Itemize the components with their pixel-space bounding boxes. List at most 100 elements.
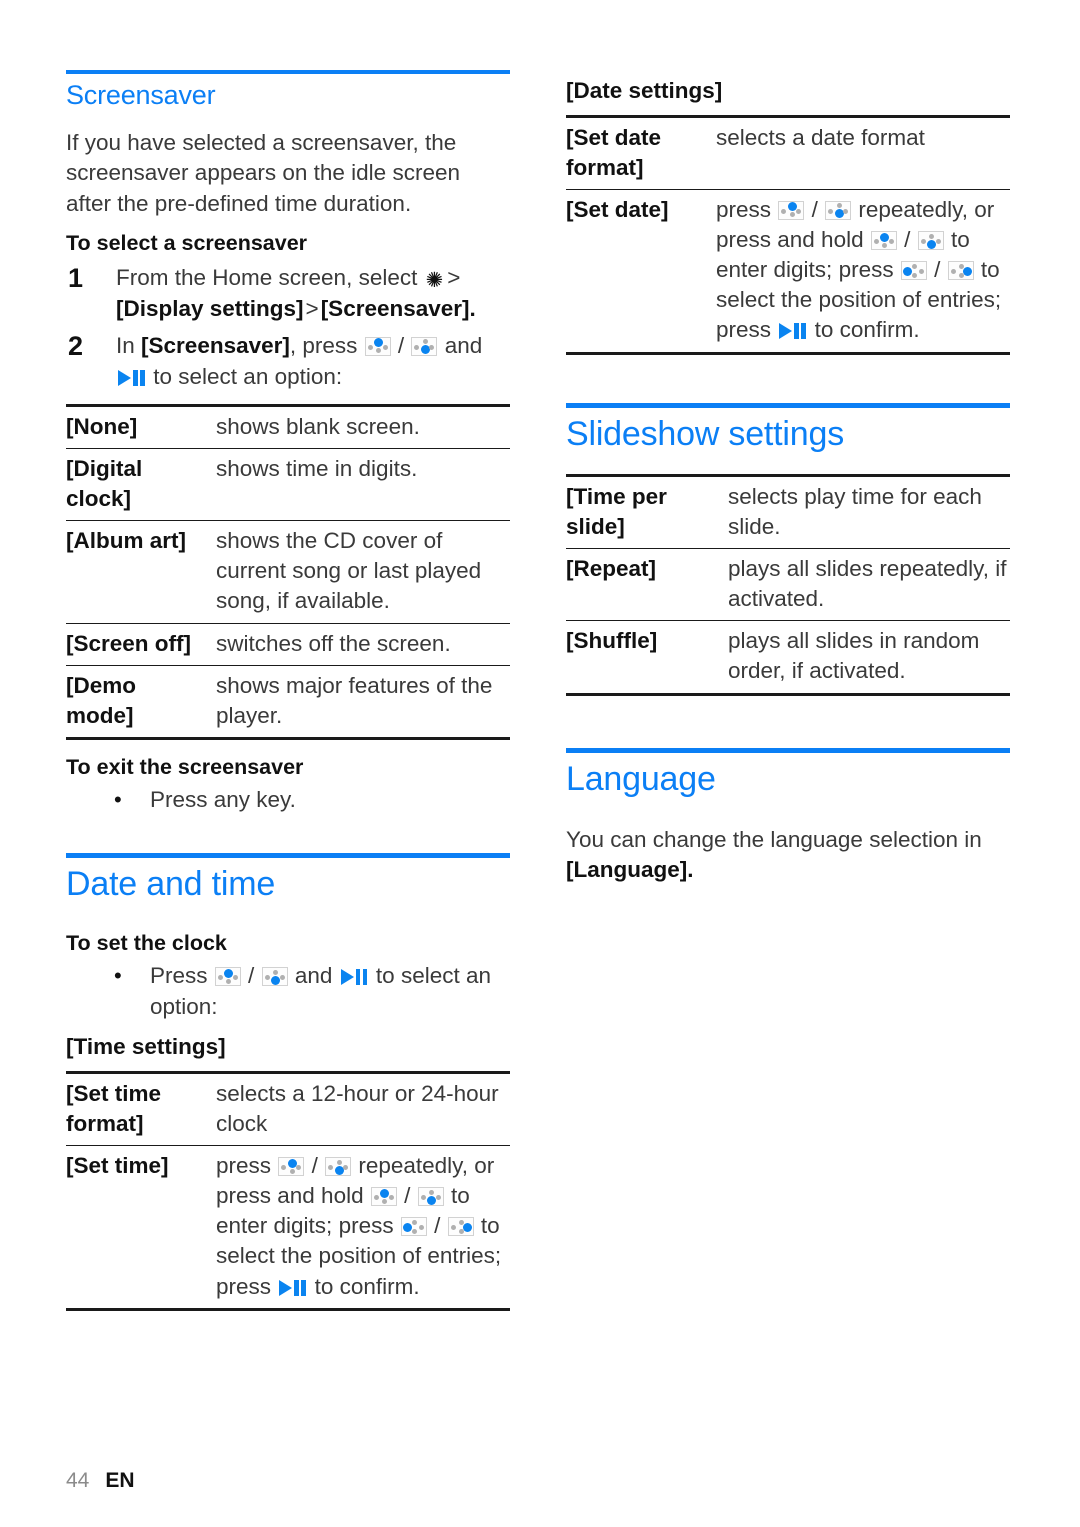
nav-up-icon [364,336,391,356]
page-language-code: EN [105,1469,135,1492]
option-desc: shows the CD cover of current song or la… [216,520,510,624]
nav-down-icon [411,336,438,356]
screensaver-intro: If you have selected a screensaver, the … [66,129,460,217]
step-1-display-settings: [Display settings] [116,295,304,321]
option-key: [Set time] [66,1145,216,1310]
language-period: . [687,857,694,883]
option-key: [Digital clock] [66,447,216,521]
step-1-text-a: From the Home screen, select [116,264,424,290]
step-1-gt-2: > [305,295,319,321]
screensaver-options-table: [None] shows blank screen. [Digital cloc… [66,403,510,741]
option-desc: switches off the screen. [216,622,510,666]
set-date-slash-2: / [904,227,911,253]
nav-down-icon [417,1187,444,1207]
table-row: [Time per slide] selects play time for e… [566,473,1010,549]
step-1: 1 From the Home screen, select ✺ >[Display… [66,262,510,324]
exit-screensaver-bullets: • Press any key. [66,784,510,815]
table-row: [Demo mode] shows major features of the … [66,664,510,739]
option-key: [Screen off] [66,622,216,666]
set-time-slash-1: / [311,1153,318,1179]
set-clock-bullets: • Press / and to select an option: [66,960,510,1022]
play-pause-icon [118,369,145,387]
section-date-and-time: Date and time To set the clock • Press / … [66,853,510,1311]
to-select-a-screensaver-heading: To select a screensaver [66,230,308,255]
option-key: [None] [66,403,216,449]
option-desc: press / repeatedly, or press and hold / … [716,188,1010,354]
to-exit-the-screensaver-heading: To exit the screensaver [66,755,304,780]
table-row: [Digital clock] shows time in digits. [66,447,510,521]
date-settings-table: [Set date format] selects a date format … [566,114,1010,355]
section-screensaver: Screensaver If you have selected a scree… [66,70,510,815]
option-key: [Set date] [566,188,716,354]
time-settings-label: [Time settings] [66,1034,226,1060]
table-row: [None] shows blank screen. [66,403,510,449]
nav-up-icon [278,1157,305,1177]
nav-right-icon [447,1217,474,1237]
option-desc: selects play time for each slide. [728,473,1010,549]
set-clock-slash: / [248,963,255,989]
language-text: You can change the language selection in… [566,825,1010,886]
option-key: [Album art] [66,520,216,624]
two-column-layout: Screensaver If you have selected a scree… [0,0,1080,1325]
play-pause-icon [340,968,368,986]
set-date-p5: to confirm. [814,317,920,343]
table-row: [Shuffle] plays all slides in random ord… [566,620,1010,695]
step-2-text-end: to select an option: [153,363,343,389]
set-date-slash-1: / [811,196,818,222]
option-key: [Set time format] [66,1070,216,1146]
nav-left-icon [400,1217,427,1237]
step-2-number: 2 [68,330,84,361]
option-key: [Set date format] [566,114,716,190]
section-rule [66,853,510,859]
screensaver-steps: 1 From the Home screen, select ✺ >[Display… [66,262,510,392]
section-language: Language You can change the language sel… [566,747,1010,886]
page-number: 44 [66,1469,90,1492]
option-desc: shows major features of the player. [216,664,510,739]
slideshow-settings-table: [Time per slide] selects play time for e… [566,473,1010,696]
set-time-p5: to confirm. [314,1273,420,1299]
set-time-slash-2: / [404,1183,411,1209]
left-column: Screensaver If you have selected a scree… [66,70,510,1325]
section-slideshow-settings: Slideshow settings [Time per slide] sele… [566,402,1010,696]
step-2-slash: / [397,332,405,358]
step-1-number: 1 [68,262,84,293]
set-time-slash-3: / [434,1213,441,1239]
table-row: [Screen off] switches off the screen. [66,622,510,666]
slideshow-settings-title: Slideshow settings [566,414,844,453]
set-time-p1: press [216,1153,272,1179]
table-row: [Set date format] selects a date format [566,114,1010,190]
option-desc: selects a 12-hour or 24-hour clock [216,1070,510,1146]
option-desc: selects a date format [716,114,1010,190]
option-key: [Demo mode] [66,664,216,739]
option-desc: press / repeatedly, or press and hold / … [216,1145,510,1310]
table-row: [Set time format] selects a 12-hour or 2… [66,1070,510,1146]
bullet-dot-icon: • [114,963,122,989]
option-key: [Time per slide] [566,473,728,549]
step-1-period: . [469,295,476,321]
play-pause-icon [279,1279,306,1297]
step-2: 2 In [Screensaver], press / and to select… [66,330,510,392]
option-desc: shows blank screen. [216,403,510,449]
page-footer: 44 EN [66,1470,135,1491]
nav-up-icon [870,231,897,251]
step-1-screensaver: [Screensaver] [320,295,470,321]
table-row: [Set date] press / repeatedly, or press … [566,188,1010,354]
language-bracket: [Language] [566,857,688,883]
list-item: • Press / and to select an option: [66,960,510,1022]
language-title: Language [566,759,716,798]
nav-right-icon [947,261,974,281]
nav-up-icon [370,1187,397,1207]
nav-down-icon [261,967,288,987]
table-row: [Album art] shows the CD cover of curren… [66,520,510,624]
option-key: [Repeat] [566,547,728,621]
step-1-gt-1: > [447,264,461,290]
date-settings-label: [Date settings] [566,78,723,103]
nav-up-icon [214,967,241,987]
language-text-before: You can change the language selection in [566,826,982,852]
exit-bullet-text: Press any key. [150,786,296,812]
step-2-and: and [444,332,483,358]
screensaver-title: Screensaver [66,80,216,110]
nav-down-icon [825,200,852,220]
right-column: [Date settings] [Set date format] select… [566,70,1010,1325]
section-rule [566,747,1010,753]
